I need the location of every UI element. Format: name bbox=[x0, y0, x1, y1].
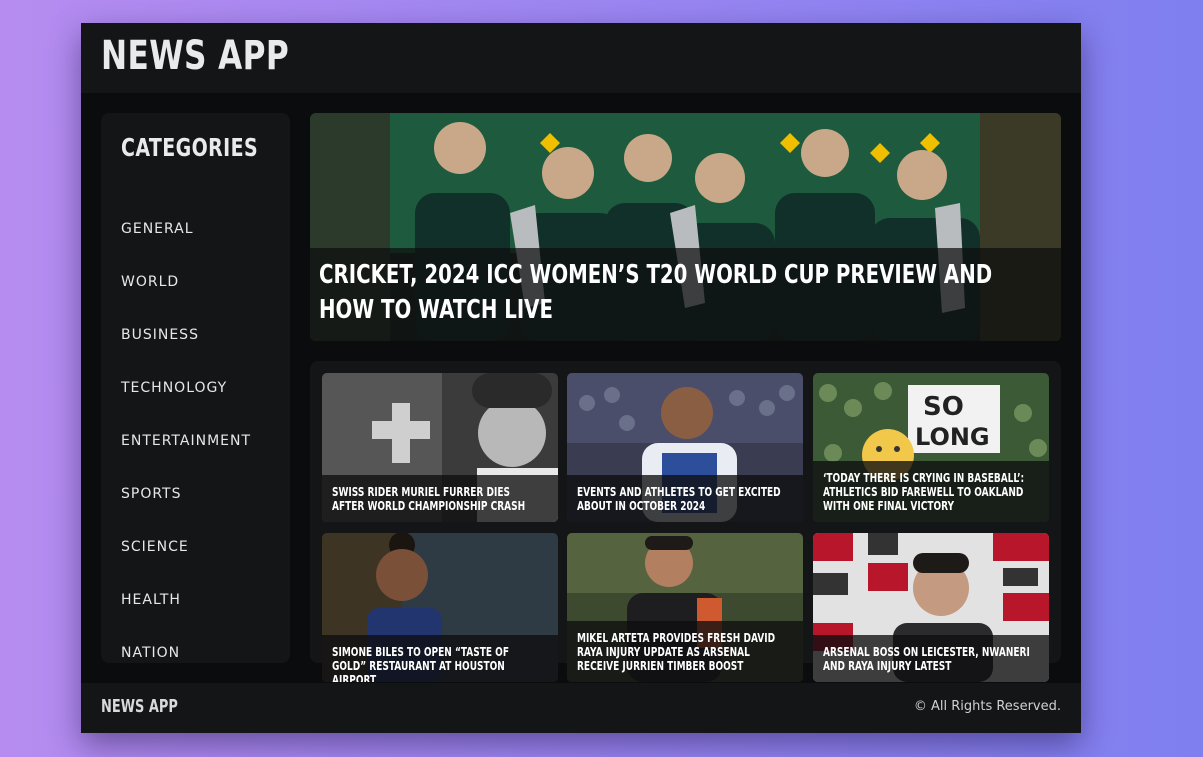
article-grid: SWISS RIDER MURIEL FURRER DIES AFTER WOR… bbox=[310, 361, 1061, 682]
article-caption: SIMONE BILES TO OPEN “TASTE OF GOLD” RES… bbox=[322, 635, 558, 682]
article-title[interactable]: ARSENAL BOSS ON LEICESTER, NWANERI AND R… bbox=[823, 645, 1032, 673]
article-title[interactable]: SIMONE BILES TO OPEN “TASTE OF GOLD” RES… bbox=[332, 645, 541, 683]
article-caption: EVENTS AND ATHLETES TO GET EXCITED ABOUT… bbox=[567, 475, 803, 522]
category-world[interactable]: WORLD bbox=[121, 274, 251, 327]
sign-text-long: LONG bbox=[915, 423, 990, 451]
article-title[interactable]: MIKEL ARTETA PROVIDES FRESH DAVID RAYA I… bbox=[577, 631, 786, 673]
hero-caption: CRICKET, 2024 ICC WOMEN’S T20 WORLD CUP … bbox=[310, 248, 1061, 341]
category-business[interactable]: BUSINESS bbox=[121, 327, 251, 380]
article-card[interactable]: SIMONE BILES TO OPEN “TASTE OF GOLD” RES… bbox=[322, 533, 558, 682]
app-logo[interactable]: NEWS APP bbox=[101, 33, 289, 79]
hero-article[interactable]: CRICKET, 2024 ICC WOMEN’S T20 WORLD CUP … bbox=[310, 113, 1061, 341]
article-caption: SWISS RIDER MURIEL FURRER DIES AFTER WOR… bbox=[322, 475, 558, 522]
article-card[interactable]: EVENTS AND ATHLETES TO GET EXCITED ABOUT… bbox=[567, 373, 803, 522]
category-health[interactable]: HEALTH bbox=[121, 592, 251, 645]
categories-heading: CATEGORIES bbox=[121, 133, 259, 162]
article-title[interactable]: ‘TODAY THERE IS CRYING IN BASEBALL’: ATH… bbox=[823, 471, 1032, 513]
hero-title[interactable]: CRICKET, 2024 ICC WOMEN’S T20 WORLD CUP … bbox=[319, 258, 1003, 328]
category-sports[interactable]: SPORTS bbox=[121, 486, 251, 539]
article-caption: ARSENAL BOSS ON LEICESTER, NWANERI AND R… bbox=[813, 635, 1049, 682]
category-science[interactable]: SCIENCE bbox=[121, 539, 251, 592]
category-technology[interactable]: TECHNOLOGY bbox=[121, 380, 251, 433]
category-entertainment[interactable]: ENTERTAINMENT bbox=[121, 433, 251, 486]
footer: NEWS APP © All Rights Reserved. bbox=[81, 683, 1081, 733]
sign-text-so: SO bbox=[923, 392, 964, 422]
app-window: NEWS APP CATEGORIES GENERAL WORLD BUSINE… bbox=[81, 23, 1081, 733]
category-general[interactable]: GENERAL bbox=[121, 221, 251, 274]
copyright-text: © All Rights Reserved. bbox=[913, 699, 1061, 714]
article-card[interactable]: SWISS RIDER MURIEL FURRER DIES AFTER WOR… bbox=[322, 373, 558, 522]
article-caption: MIKEL ARTETA PROVIDES FRESH DAVID RAYA I… bbox=[567, 621, 803, 682]
category-nation[interactable]: NATION bbox=[121, 645, 251, 663]
article-title[interactable]: SWISS RIDER MURIEL FURRER DIES AFTER WOR… bbox=[332, 485, 541, 513]
article-card[interactable]: ARSENAL BOSS ON LEICESTER, NWANERI AND R… bbox=[813, 533, 1049, 682]
footer-logo[interactable]: NEWS APP bbox=[101, 696, 178, 717]
categories-sidebar: CATEGORIES GENERAL WORLD BUSINESS TECHNO… bbox=[101, 113, 290, 663]
article-card[interactable]: SO LONG ‘TODAY THERE IS CRYING IN BASEBA… bbox=[813, 373, 1049, 522]
category-list: GENERAL WORLD BUSINESS TECHNOLOGY ENTERT… bbox=[121, 221, 251, 663]
header: NEWS APP bbox=[81, 23, 1081, 93]
article-caption: ‘TODAY THERE IS CRYING IN BASEBALL’: ATH… bbox=[813, 461, 1049, 522]
article-card[interactable]: MIKEL ARTETA PROVIDES FRESH DAVID RAYA I… bbox=[567, 533, 803, 682]
article-title[interactable]: EVENTS AND ATHLETES TO GET EXCITED ABOUT… bbox=[577, 485, 786, 513]
